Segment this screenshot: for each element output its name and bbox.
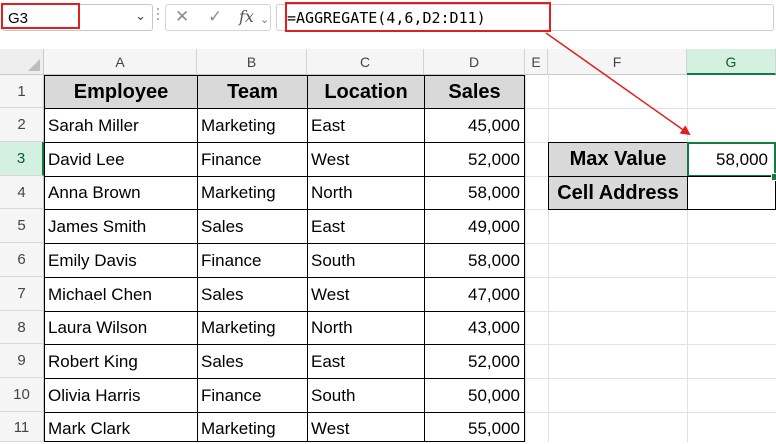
row-header[interactable]: 7 bbox=[0, 277, 44, 311]
cell-sales[interactable]: 58,000 bbox=[424, 176, 525, 210]
cell-team[interactable]: Marketing bbox=[197, 176, 308, 210]
fill-handle[interactable] bbox=[771, 173, 776, 181]
formula-buttons: ✕ ✓ fx ⌄ bbox=[165, 4, 271, 31]
drag-handle-icon[interactable] bbox=[156, 8, 160, 28]
column-header-d[interactable]: D bbox=[424, 49, 525, 75]
cell-team[interactable]: Sales bbox=[197, 277, 308, 312]
row-header[interactable]: 5 bbox=[0, 209, 44, 243]
formula-bar: G3 ⌄ ✕ ✓ fx ⌄ =AGGREGATE(4,6,D2:D11) bbox=[0, 0, 776, 36]
cell-team[interactable]: Finance bbox=[197, 142, 308, 177]
cell-location[interactable]: East bbox=[307, 108, 425, 143]
cell-sales[interactable]: 52,000 bbox=[424, 344, 525, 379]
cell-sales[interactable]: 52,000 bbox=[424, 142, 525, 177]
column-header-f[interactable]: F bbox=[548, 49, 687, 75]
column-header-c[interactable]: C bbox=[307, 49, 424, 75]
cell-location[interactable]: South bbox=[307, 243, 425, 278]
cell-location[interactable]: West bbox=[307, 412, 425, 442]
header-employee[interactable]: Employee bbox=[44, 75, 198, 109]
cell-employee[interactable]: Sarah Miller bbox=[44, 108, 198, 143]
column-header-a[interactable]: A bbox=[44, 49, 197, 75]
name-box[interactable]: G3 ⌄ bbox=[2, 4, 153, 31]
cell-address-label[interactable]: Cell Address bbox=[548, 176, 688, 210]
name-box-value[interactable]: G3 bbox=[8, 10, 28, 27]
cell-sales[interactable]: 43,000 bbox=[424, 311, 525, 345]
row-header[interactable]: 8 bbox=[0, 311, 44, 344]
column-headers: A B C D E F G bbox=[0, 49, 776, 75]
insert-function-icon[interactable]: fx bbox=[239, 7, 254, 26]
cell-employee[interactable]: Anna Brown bbox=[44, 176, 198, 210]
row-header[interactable]: 9 bbox=[0, 344, 44, 378]
cell-team[interactable]: Finance bbox=[197, 378, 308, 413]
column-header-e[interactable]: E bbox=[525, 49, 548, 75]
cell-sales[interactable]: 49,000 bbox=[424, 209, 525, 244]
cell-team[interactable]: Finance bbox=[197, 243, 308, 278]
cell-sales[interactable]: 55,000 bbox=[424, 412, 525, 442]
cell-address-cell[interactable] bbox=[687, 176, 776, 210]
header-team[interactable]: Team bbox=[197, 75, 308, 109]
cell-location[interactable]: East bbox=[307, 344, 425, 379]
row-header-selected[interactable]: 3 bbox=[0, 142, 44, 176]
header-location[interactable]: Location bbox=[307, 75, 425, 109]
cell-location[interactable]: South bbox=[307, 378, 425, 413]
cell-team[interactable]: Marketing bbox=[197, 311, 308, 345]
max-value-label[interactable]: Max Value bbox=[548, 142, 688, 177]
cell-employee[interactable]: Mark Clark bbox=[44, 412, 198, 442]
cell-location[interactable]: North bbox=[307, 311, 425, 345]
cell-sales[interactable]: 58,000 bbox=[424, 243, 525, 278]
cell-employee[interactable]: Emily Davis bbox=[44, 243, 198, 278]
row-header[interactable]: 11 bbox=[0, 412, 44, 442]
row-header[interactable]: 1 bbox=[0, 75, 44, 108]
cell-location[interactable]: West bbox=[307, 142, 425, 177]
cell-location[interactable]: North bbox=[307, 176, 425, 210]
cell-sales[interactable]: 50,000 bbox=[424, 378, 525, 413]
cell-employee[interactable]: Olivia Harris bbox=[44, 378, 198, 413]
column-header-g[interactable]: G bbox=[687, 49, 776, 75]
column-header-b[interactable]: B bbox=[197, 49, 307, 75]
enter-icon[interactable]: ✓ bbox=[208, 7, 222, 27]
row-header[interactable]: 6 bbox=[0, 243, 44, 277]
cell-team[interactable]: Sales bbox=[197, 344, 308, 379]
row-header[interactable]: 10 bbox=[0, 378, 44, 412]
cell-location[interactable]: West bbox=[307, 277, 425, 312]
formula-input[interactable]: =AGGREGATE(4,6,D2:D11) bbox=[276, 4, 774, 31]
row-header[interactable]: 2 bbox=[0, 108, 44, 142]
row-header[interactable]: 4 bbox=[0, 176, 44, 209]
cell-employee[interactable]: David Lee bbox=[44, 142, 198, 177]
cell-sales[interactable]: 45,000 bbox=[424, 108, 525, 143]
cell-team[interactable]: Marketing bbox=[197, 108, 308, 143]
chevron-down-icon[interactable]: ⌄ bbox=[135, 8, 146, 24]
cell-team[interactable]: Sales bbox=[197, 209, 308, 244]
max-value-cell[interactable]: 58,000 bbox=[687, 142, 776, 177]
cell-employee[interactable]: Robert King bbox=[44, 344, 198, 379]
cell-sales[interactable]: 47,000 bbox=[424, 277, 525, 312]
cell-employee[interactable]: Michael Chen bbox=[44, 277, 198, 312]
chevron-down-icon[interactable]: ⌄ bbox=[260, 13, 269, 26]
header-sales[interactable]: Sales bbox=[424, 75, 525, 109]
cell-location[interactable]: East bbox=[307, 209, 425, 244]
cell-employee[interactable]: Laura Wilson bbox=[44, 311, 198, 345]
cell-team[interactable]: Marketing bbox=[197, 412, 308, 442]
cancel-icon[interactable]: ✕ bbox=[175, 7, 189, 27]
cell-employee[interactable]: James Smith bbox=[44, 209, 198, 244]
formula-text[interactable]: =AGGREGATE(4,6,D2:D11) bbox=[287, 9, 486, 27]
